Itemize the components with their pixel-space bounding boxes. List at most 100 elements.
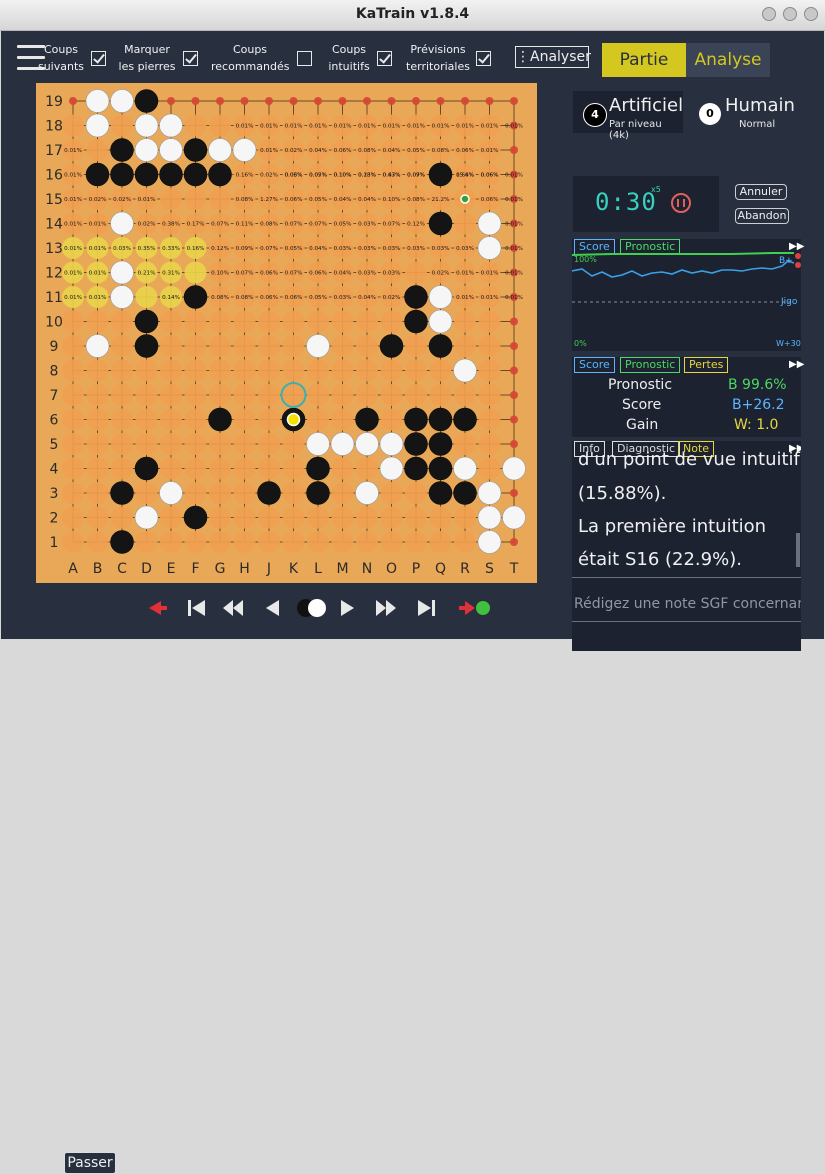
territory-dot	[233, 408, 256, 431]
policy-label: 0.06%	[309, 271, 327, 277]
territory-dot	[209, 531, 231, 553]
territory-dot	[160, 310, 182, 333]
policy-label: 0.08%	[358, 148, 376, 154]
notes-panel: Info Diagnostic Note ▶▶ d'un point de vu…	[572, 441, 801, 651]
pause-icon[interactable]	[671, 193, 691, 213]
tab-analyse[interactable]: Analyse	[686, 43, 770, 77]
territory-dot	[478, 384, 501, 406]
minimize-button[interactable]	[762, 7, 776, 21]
board-canvas[interactable]: 0.01% 0.01% 0.01% 0.01% 0.01% 0.01% 0.01% 0.01%…	[36, 83, 537, 583]
policy-label: 0.03%	[432, 246, 450, 252]
score-graph-panel: Score Pronostic ▶▶ 100% B+ Jigo 0% W+30	[572, 239, 804, 351]
policy-label: 0.07%	[285, 271, 303, 277]
column-label: G	[215, 561, 226, 577]
maximize-button[interactable]	[783, 7, 797, 21]
policy-label: 0.01%	[505, 246, 523, 252]
analyze-button[interactable]: ⋮Analyser	[515, 46, 591, 68]
territory-dot	[258, 506, 280, 529]
territory-dot	[62, 506, 84, 529]
stats-tab-score[interactable]: Score	[574, 357, 615, 373]
territory-dot	[307, 359, 329, 382]
column-label: A	[68, 561, 78, 577]
territory-dot	[209, 433, 231, 455]
territory-dot	[338, 97, 347, 105]
territory-dot	[86, 408, 109, 431]
notes-scrollbar[interactable]	[796, 533, 800, 567]
policy-label: 0.02%	[383, 295, 401, 301]
toggle-mark-stones-checkbox[interactable]	[183, 51, 198, 66]
stats-tab-pronostic[interactable]: Pronostic	[620, 357, 681, 373]
territory-dot	[184, 261, 207, 284]
policy-label: 0.01%	[64, 173, 82, 179]
territory-dot	[86, 531, 109, 553]
territory-dot	[307, 506, 329, 529]
policy-label: 0.02%	[285, 148, 303, 154]
black-stone	[134, 334, 159, 358]
territory-dot	[478, 335, 501, 357]
white-stone	[502, 456, 526, 481]
undo-button[interactable]: Annuler	[735, 184, 787, 200]
toggle-recommended-label: Coups recommandés	[211, 43, 290, 73]
column-label: M	[336, 561, 348, 577]
territory-dot	[258, 408, 280, 431]
territory-dot	[209, 188, 231, 210]
stats-tab-pertes[interactable]: Pertes	[684, 357, 729, 373]
column-label: S	[485, 561, 494, 577]
territory-dot	[62, 335, 84, 357]
first-move-icon[interactable]	[188, 600, 205, 616]
resign-button[interactable]: Abandon	[735, 208, 789, 224]
territory-dot	[429, 359, 452, 382]
white-player-level: Normal	[739, 119, 776, 130]
last-move-icon[interactable]	[418, 600, 435, 616]
black-stone	[183, 138, 208, 162]
move-controls: Passer	[1, 587, 571, 1174]
stone-toggle-icon[interactable]	[297, 599, 326, 617]
territory-dot	[86, 482, 109, 504]
stats-expand-icon[interactable]: ▶▶	[789, 359, 804, 370]
sgf-note-input[interactable]: Rédigez une note SGF concernant	[574, 596, 801, 612]
clock-time: 0:30	[595, 188, 657, 216]
back-one-icon[interactable]	[266, 600, 279, 616]
policy-label: 0.10%	[383, 197, 401, 203]
territory-dot	[258, 531, 280, 553]
territory-dot	[478, 457, 501, 480]
policy-label: 0.07%	[383, 222, 401, 228]
policy-label: 0.16%	[236, 173, 254, 179]
row-label: 14	[45, 217, 63, 233]
column-label: J	[266, 561, 271, 577]
back-ten-icon[interactable]	[223, 600, 243, 616]
row-label: 12	[45, 266, 63, 282]
territory-dot	[356, 384, 378, 406]
policy-label: 0.01%	[89, 271, 107, 277]
policy-label: 0.35%	[138, 246, 156, 252]
territory-dot	[436, 97, 445, 105]
territory-dot	[454, 384, 476, 406]
forward-ten-icon[interactable]	[376, 600, 396, 616]
tab-partie[interactable]: Partie	[602, 43, 686, 77]
close-button[interactable]	[804, 7, 818, 21]
policy-label: 0.04%	[309, 246, 327, 252]
toggle-next-moves-checkbox[interactable]	[91, 51, 106, 66]
white-stone	[134, 505, 159, 530]
player-white[interactable]: 0 Humain Normal	[689, 91, 801, 133]
policy-label: 0.01%	[64, 295, 82, 301]
forward-one-icon[interactable]	[341, 600, 354, 616]
policy-label: 0.01%	[505, 295, 523, 301]
toggle-intuitive-checkbox[interactable]	[377, 51, 392, 66]
player-black[interactable]: 4 Artificiel Par niveau (4k)	[573, 91, 683, 141]
toggle-recommended-checkbox[interactable]	[297, 51, 312, 66]
graph-jigo-label: Jigo	[781, 297, 798, 307]
black-stone	[404, 407, 428, 432]
toggle-territory-checkbox[interactable]	[476, 51, 491, 66]
territory-dot	[356, 359, 378, 382]
column-label: O	[386, 561, 397, 577]
column-label: Q	[435, 561, 446, 577]
prev-mistake-icon[interactable]	[149, 601, 167, 615]
pass-button[interactable]: Passer	[64, 1152, 116, 1174]
next-mistake-icon[interactable]	[459, 601, 490, 615]
white-stone	[477, 505, 502, 530]
territory-dot	[184, 335, 207, 357]
territory-dot	[184, 310, 207, 333]
territory-dot	[282, 310, 305, 333]
go-board[interactable]: 0.01% 0.01% 0.01% 0.01% 0.01% 0.01% 0.01% 0.01%…	[36, 83, 537, 583]
